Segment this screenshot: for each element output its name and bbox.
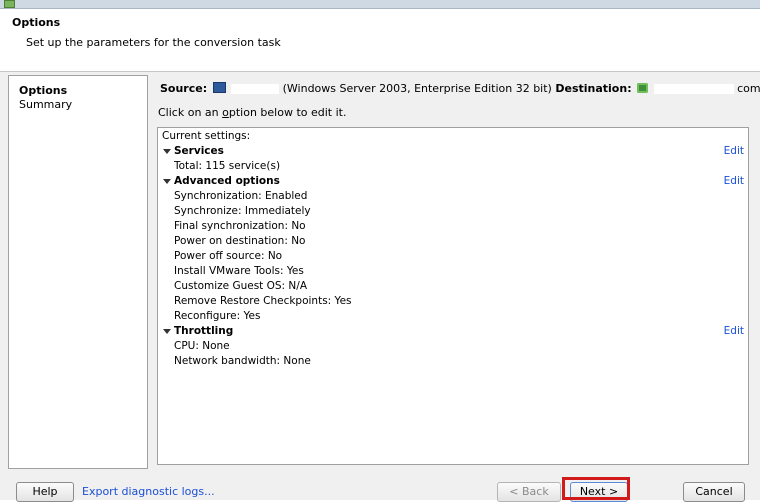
hint-post: ption below to edit it.	[228, 106, 347, 119]
window-titlebar	[0, 0, 760, 9]
hint-pre: Click on an	[158, 106, 223, 119]
computer-icon	[212, 82, 226, 93]
section-advanced-options[interactable]: Advanced options	[163, 175, 280, 187]
source-destination-line: Source: (Windows Server 2003, Enterprise…	[160, 82, 760, 95]
wizard-nav: Options Summary	[8, 75, 148, 469]
section-services[interactable]: Services	[163, 145, 224, 157]
current-settings-label: Current settings:	[162, 130, 251, 142]
source-label: Source:	[160, 82, 208, 95]
edit-hint: Click on an option below to edit it.	[158, 106, 346, 119]
setting-item: Network bandwidth: None	[174, 355, 311, 367]
section-throttling[interactable]: Throttling	[163, 325, 233, 337]
setting-item: Power off source: No	[174, 250, 283, 262]
vm-icon	[637, 83, 649, 93]
destination-suffix: com on R1	[737, 82, 760, 95]
setting-item: Synchronization: Enabled	[174, 190, 308, 202]
nav-item-options[interactable]: Options	[19, 84, 67, 97]
setting-item: Total: 115 service(s)	[174, 160, 281, 172]
setting-item: Reconfigure: Yes	[174, 310, 261, 322]
page-title: Options	[12, 16, 61, 29]
section-title: Throttling	[174, 325, 234, 337]
export-diagnostic-logs-link[interactable]: Export diagnostic logs...	[82, 485, 215, 498]
destination-label: Destination:	[555, 82, 632, 95]
setting-item: Final synchronization: No	[174, 220, 306, 232]
setting-item: CPU: None	[174, 340, 230, 352]
setting-item: Remove Restore Checkpoints: Yes	[174, 295, 352, 307]
back-button[interactable]: < Back	[497, 482, 561, 502]
next-button[interactable]: Next >	[570, 482, 628, 502]
triangle-down-icon	[163, 178, 171, 184]
section-title: Services	[174, 145, 224, 157]
app-icon	[4, 0, 15, 8]
nav-item-summary[interactable]: Summary	[19, 98, 72, 111]
triangle-down-icon	[163, 148, 171, 154]
source-description: (Windows Server 2003, Enterprise Edition…	[282, 82, 552, 95]
destination-name-redacted	[653, 84, 734, 94]
setting-item: Synchronize: Immediately	[174, 205, 311, 217]
hint-accelerator: o	[222, 106, 229, 119]
cancel-button[interactable]: Cancel	[683, 482, 745, 502]
source-name-redacted	[231, 84, 280, 94]
settings-list[interactable]: Current settings: Services Edit Total: 1…	[157, 127, 749, 465]
setting-item: Power on destination: No	[174, 235, 306, 247]
setting-item: Install VMware Tools: Yes	[174, 265, 304, 277]
section-title: Advanced options	[174, 175, 280, 187]
edit-advanced-options-link[interactable]: Edit	[724, 175, 744, 187]
page-subtitle: Set up the parameters for the conversion…	[26, 36, 281, 49]
edit-services-link[interactable]: Edit	[724, 145, 744, 157]
edit-throttling-link[interactable]: Edit	[724, 325, 744, 337]
setting-item: Customize Guest OS: N/A	[174, 280, 308, 292]
help-button[interactable]: Help	[16, 482, 74, 502]
wizard-header: Options Set up the parameters for the co…	[0, 9, 760, 72]
triangle-down-icon	[163, 328, 171, 334]
